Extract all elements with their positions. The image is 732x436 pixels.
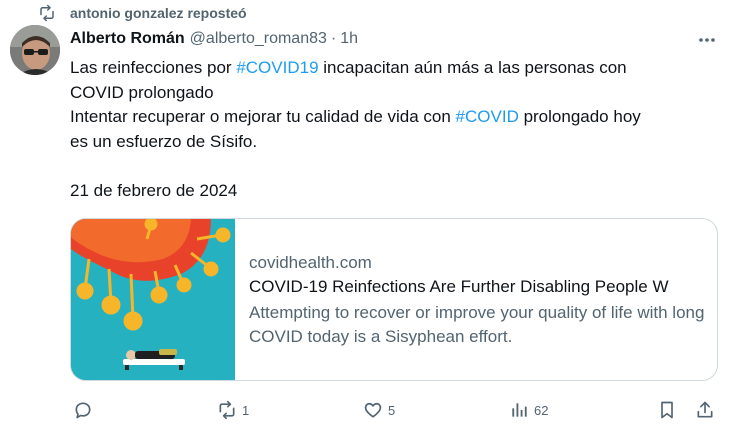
hashtag-link[interactable]: #COVID [456,107,519,126]
tweet-line: Intentar recuperar o mejorar tu calidad … [70,105,715,130]
repost-text: antonio gonzalez reposteó [70,5,247,21]
views-count: 62 [534,402,549,418]
share-icon [694,399,716,421]
repost-count: 1 [242,402,250,418]
bookmark-icon [656,399,678,421]
action-bar: 1 5 62 [70,398,720,422]
card-thumbnail [71,219,235,380]
more-icon [698,30,716,48]
tweet-line: Las reinfecciones por #COVID19 incapacit… [70,56,715,81]
tweet-header: Alberto Román @alberto_roman83 · 1h [70,28,358,50]
author-name[interactable]: Alberto Román [70,30,185,48]
heart-icon [362,399,384,421]
text-span: es un esfuerzo de Sísifo. [70,131,258,151]
tweet-text: Las reinfecciones por #COVID19 incapacit… [70,56,715,203]
more-options-button[interactable] [696,28,718,50]
card-domain: covidhealth.com [249,252,372,272]
card-description: Attempting to recover or improve your qu… [249,302,705,346]
card-body: covidhealth.com COVID-19 Reinfections Ar… [235,219,717,380]
tweet-line: COVID prolongado [70,81,715,106]
like-button[interactable]: 5 [362,398,395,422]
repost-icon [216,399,238,421]
text-span: Intentar recuperar o mejorar tu calidad … [70,107,456,126]
repost-icon [38,4,56,22]
card-title: COVID-19 Reinfections Are Further Disabl… [249,276,669,296]
share-button[interactable] [694,398,716,422]
text-span: COVID prolongado [70,82,214,102]
tweet-line: es un esfuerzo de Sísifo. [70,130,715,155]
separator-dot: · [330,30,337,47]
text-span: incapacitan aún más a las personas con [318,58,627,77]
analytics-icon [508,399,530,421]
tweet-date: 21 de febrero de 2024 [70,180,238,200]
link-preview-card[interactable]: covidhealth.com COVID-19 Reinfections Ar… [70,218,718,381]
avatar[interactable] [10,25,60,75]
views-button[interactable]: 62 [508,398,548,422]
text-span: Las reinfecciones por [70,58,237,77]
reply-icon [72,399,94,421]
text-span: prolongado hoy [518,107,641,126]
author-handle[interactable]: @alberto_roman83 [190,30,327,48]
timestamp[interactable]: 1h [340,30,358,48]
bookmark-button[interactable] [656,398,678,422]
repost-indicator[interactable]: antonio gonzalez reposteó [38,3,247,23]
reply-button[interactable] [72,398,94,422]
like-count: 5 [388,402,396,418]
repost-button[interactable]: 1 [216,398,249,422]
hashtag-link[interactable]: #COVID19 [236,58,318,77]
